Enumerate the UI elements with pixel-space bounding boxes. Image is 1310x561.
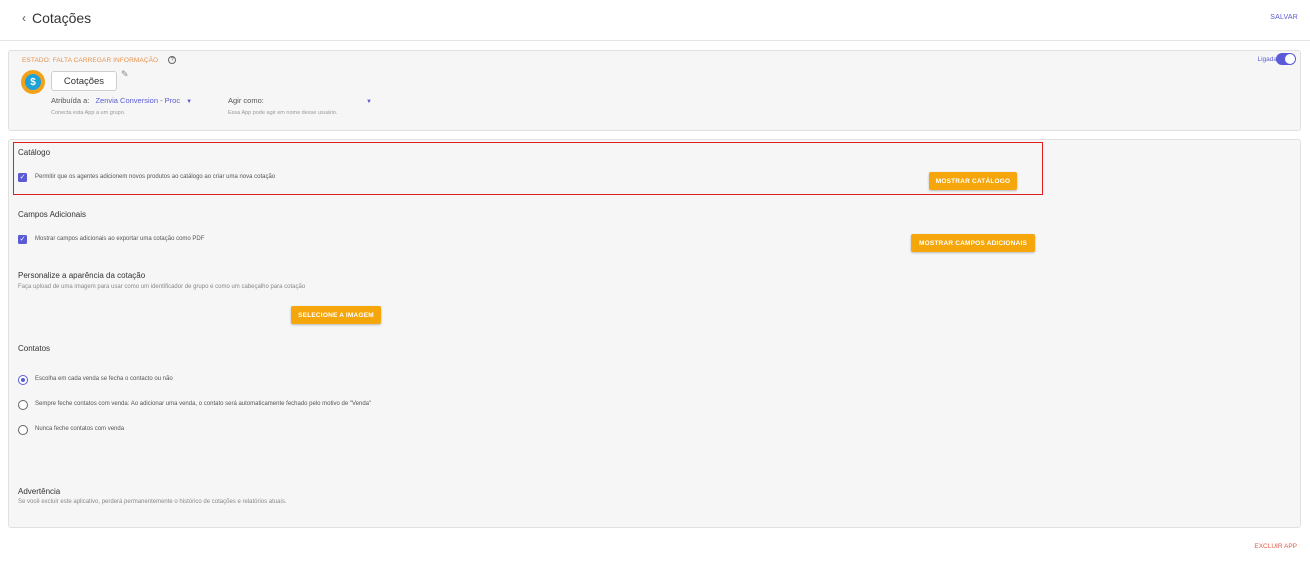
- contacts-title: Contatos: [18, 344, 51, 353]
- radio-label: Nunca feche contatos com venda: [35, 426, 125, 432]
- app-status-card: ESTADO: FALTA CARREGAR INFORMAÇÃO ? $ Co…: [8, 50, 1301, 131]
- catalog-title: Catálogo: [18, 148, 51, 157]
- catalog-checkbox[interactable]: ✓: [18, 173, 27, 182]
- app-name-field[interactable]: Cotações: [51, 71, 117, 91]
- additional-fields-checkbox-label: Mostrar campos adicionais ao exportar um…: [35, 236, 205, 242]
- catalog-highlight-box: [13, 142, 1043, 195]
- back-button[interactable]: ‹ Cotações: [22, 10, 91, 26]
- agent-label: Agir como:: [228, 96, 264, 105]
- show-catalog-button[interactable]: MOSTRAR CATÁLOGO: [929, 172, 1017, 190]
- status-label: ESTADO: FALTA CARREGAR INFORMAÇÃO: [22, 56, 159, 64]
- radio-label: Escolha em cada venda se fecha o contact…: [35, 376, 173, 382]
- assigned-value[interactable]: Zenvia Conversion - Proc: [95, 96, 180, 105]
- additional-fields-checkbox[interactable]: ✓: [18, 235, 27, 244]
- assigned-field[interactable]: Atribuída a: Zenvia Conversion - Proc ▼: [51, 96, 192, 105]
- radio-label: Sempre feche contatos com venda: Ao adic…: [35, 401, 372, 407]
- settings-card: [8, 139, 1301, 528]
- edit-pencil-icon[interactable]: ✎: [121, 69, 129, 80]
- radio-dot: [21, 378, 25, 382]
- assigned-label: Atribuída a:: [51, 96, 90, 105]
- warning-description: Se você excluir este aplicativo, perderá…: [18, 499, 287, 505]
- dollar-icon: $: [25, 74, 41, 90]
- status-text: ESTADO: FALTA CARREGAR INFORMAÇÃO ?: [22, 56, 177, 64]
- show-additional-fields-button[interactable]: MOSTRAR CAMPOS ADICIONAIS: [911, 234, 1035, 252]
- radio-always-close[interactable]: [18, 400, 28, 410]
- delete-app-button[interactable]: EXCLUIR APP: [1254, 543, 1297, 550]
- agent-field[interactable]: Agir como:: [228, 96, 264, 105]
- select-image-button[interactable]: SELECIONE A IMAGEM: [291, 306, 381, 324]
- toggle-knob: [1285, 54, 1295, 64]
- radio-choose-each-sale[interactable]: [18, 375, 28, 385]
- agent-hint: Essa App pode agir em nome desse usuário…: [228, 110, 338, 116]
- agent-dropdown[interactable]: ▼: [362, 96, 372, 105]
- caret-down-icon[interactable]: ▼: [366, 99, 372, 105]
- catalog-checkbox-label: Permitir que os agentes adicionem novos …: [35, 174, 276, 180]
- toggle-label: Ligada: [1257, 56, 1277, 63]
- app-logo-icon: $: [21, 70, 45, 94]
- warning-title: Advertência: [18, 487, 61, 496]
- app-enabled-toggle[interactable]: [1276, 53, 1296, 65]
- appearance-title: Personalize a aparência da cotação: [18, 271, 146, 280]
- help-icon[interactable]: ?: [168, 56, 177, 64]
- caret-down-icon[interactable]: ▼: [186, 99, 192, 105]
- page-title: Cotações: [32, 10, 92, 26]
- top-bar: ‹ Cotações SALVAR: [0, 0, 1310, 41]
- radio-never-close[interactable]: [18, 425, 28, 435]
- appearance-description: Faça upload de uma imagem para usar como…: [18, 284, 306, 290]
- save-button[interactable]: SALVAR: [1270, 14, 1298, 21]
- additional-fields-title: Campos Adicionais: [18, 210, 87, 219]
- chevron-left-icon[interactable]: ‹: [22, 11, 26, 25]
- assigned-hint: Conecta esta App a um grupo.: [51, 110, 126, 116]
